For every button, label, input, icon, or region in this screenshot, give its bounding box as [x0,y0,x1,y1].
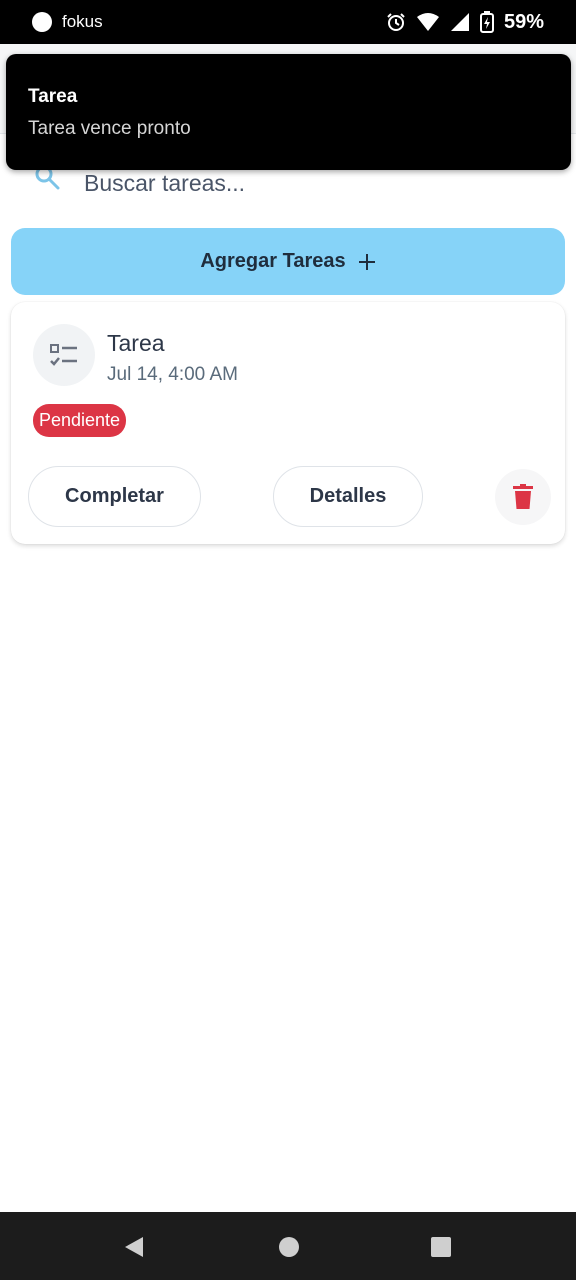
notification-banner[interactable]: Tarea Tarea vence pronto [6,54,571,170]
notification-title: Tarea [28,86,78,107]
recents-icon[interactable] [430,1236,452,1258]
back-icon[interactable] [123,1236,145,1258]
cell-signal-icon [450,13,469,31]
plus-icon [358,253,375,270]
battery-charging-icon [479,11,494,33]
complete-button[interactable]: Completar [28,466,201,527]
notification-text: Tarea vence pronto [28,118,191,139]
navigation-bar [0,1212,576,1280]
checklist-icon [50,344,77,366]
wifi-icon [416,13,439,31]
home-icon[interactable] [278,1236,300,1258]
status-badge: Pendiente [33,404,127,437]
status-left: fokus [32,12,103,32]
details-button[interactable]: Detalles [273,466,423,527]
task-card[interactable]: Tarea Jul 14, 4:00 AM Pendiente Completa… [11,302,565,544]
delete-button[interactable] [495,469,551,525]
app-notification-icon [32,12,52,32]
task-date: Jul 14, 4:00 AM [107,364,238,385]
task-avatar [33,324,95,386]
status-right: 59% [386,11,544,34]
alarm-icon [387,13,405,31]
trash-icon [513,484,533,509]
battery-percentage: 59% [503,10,544,33]
app-screen: fokus 59% Buscar tareas... Tarea Tarea v… [0,0,576,1280]
status-bar: fokus 59% [0,0,576,44]
status-app-name: fokus [62,12,103,31]
add-tasks-button[interactable]: Agregar Tareas [11,228,565,295]
task-title: Tarea [107,330,165,356]
search-input[interactable] [84,166,544,200]
add-tasks-label: Agregar Tareas [200,250,346,272]
